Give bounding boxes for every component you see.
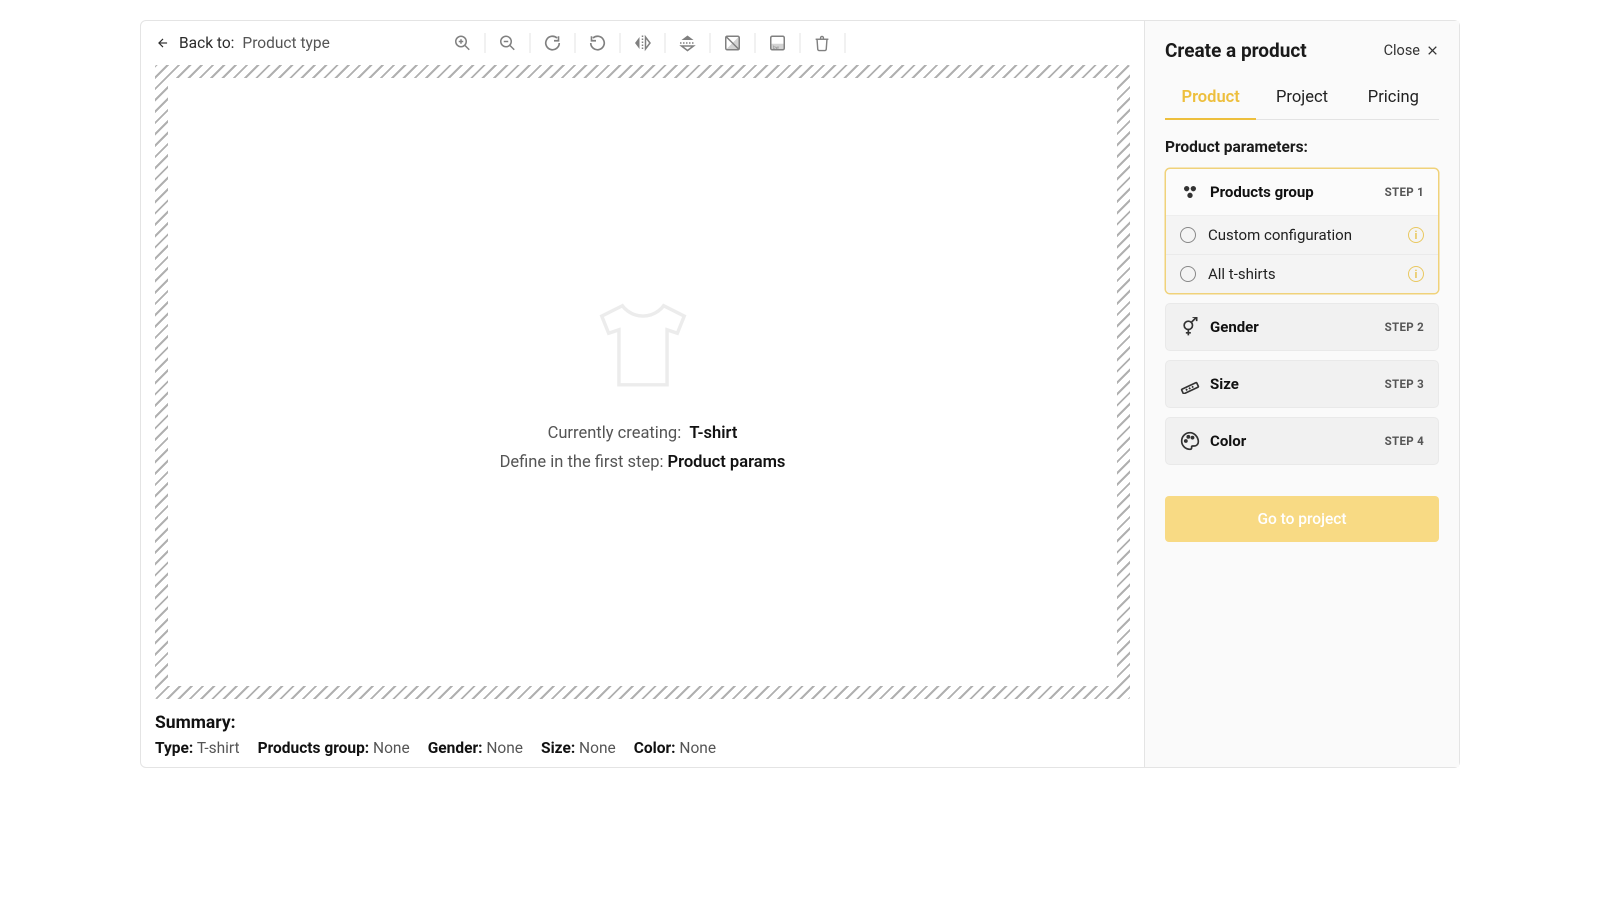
summary-type-value: T-shirt — [197, 739, 240, 757]
sidebar-title: Create a product — [1165, 39, 1307, 62]
sidebar: Create a product Close Product Project P… — [1144, 21, 1459, 767]
canvas-line-2-value: Product params — [668, 453, 786, 472]
ruler-icon — [1180, 374, 1200, 394]
trash-icon — [814, 35, 831, 52]
summary-gender: Gender: None — [428, 739, 523, 757]
summary-row: Type: T-shirt Products group: None Gende… — [155, 739, 1130, 757]
flip-horizontal-button[interactable] — [620, 28, 664, 58]
summary-gender-value: None — [486, 739, 523, 757]
undo-button[interactable] — [575, 28, 619, 58]
zoom-out-button[interactable] — [485, 28, 529, 58]
section-label: Product parameters: — [1165, 138, 1439, 156]
delete-button[interactable] — [800, 28, 844, 58]
grayscale-icon: bw — [768, 34, 786, 52]
redo-button[interactable] — [530, 28, 574, 58]
canvas-line-1: Currently creating: T-shirt — [548, 424, 738, 443]
tab-product[interactable]: Product — [1165, 80, 1256, 119]
step-gender-header[interactable]: Gender STEP 2 — [1166, 304, 1438, 350]
option-custom-configuration[interactable]: Custom configuration i — [1166, 216, 1438, 255]
summary-group-label: Products group: — [258, 739, 370, 757]
main-area: Back to: Product type — [141, 21, 1144, 767]
step-size-badge: STEP 3 — [1385, 377, 1424, 391]
canvas-line-1-prefix: Currently creating: — [548, 424, 682, 443]
step-color: Color STEP 4 — [1165, 417, 1439, 465]
canvas-border: Currently creating: T-shirt Define in th… — [155, 65, 1130, 699]
summary-gender-label: Gender: — [428, 739, 483, 757]
close-icon — [1426, 44, 1439, 57]
step-products-group-badge: STEP 1 — [1385, 185, 1424, 199]
canvas-wrap: Currently creating: T-shirt Define in th… — [141, 65, 1144, 699]
summary-type: Type: T-shirt — [155, 739, 240, 757]
info-icon[interactable]: i — [1408, 266, 1424, 282]
summary-size-label: Size: — [541, 739, 575, 757]
topbar: Back to: Product type — [141, 21, 1144, 65]
step-size-header[interactable]: Size STEP 3 — [1166, 361, 1438, 407]
summary-group: Products group: None — [258, 739, 410, 757]
step-size: Size STEP 3 — [1165, 360, 1439, 408]
flip-horizontal-icon — [633, 34, 651, 52]
summary-size: Size: None — [541, 739, 616, 757]
step-color-title: Color — [1210, 432, 1375, 450]
contrast-icon — [723, 34, 741, 52]
step-products-group-body: Custom configuration i All t-shirts i — [1166, 215, 1438, 293]
contrast-button[interactable] — [710, 28, 754, 58]
tshirt-placeholder-icon — [588, 292, 698, 402]
canvas-line-2: Define in the first step: Product params — [500, 453, 786, 472]
zoom-in-button[interactable] — [440, 28, 484, 58]
svg-text:bw: bw — [773, 45, 780, 51]
step-products-group: Products group STEP 1 Custom configurati… — [1165, 168, 1439, 294]
back-label: Back to: — [179, 34, 234, 52]
summary-size-value: None — [579, 739, 616, 757]
option-all-tshirts[interactable]: All t-shirts i — [1166, 255, 1438, 293]
step-color-badge: STEP 4 — [1385, 434, 1424, 448]
group-icon — [1180, 182, 1200, 202]
back-link[interactable]: Back to: Product type — [155, 34, 330, 52]
app-shell: Back to: Product type — [140, 20, 1460, 768]
canvas[interactable]: Currently creating: T-shirt Define in th… — [168, 78, 1117, 686]
summary: Summary: Type: T-shirt Products group: N… — [141, 699, 1144, 757]
step-products-group-header[interactable]: Products group STEP 1 — [1166, 169, 1438, 215]
summary-color-label: Color: — [634, 739, 676, 757]
summary-group-value: None — [373, 739, 410, 757]
sidebar-header: Create a product Close — [1165, 39, 1439, 62]
redo-icon — [543, 34, 561, 52]
option-custom-label: Custom configuration — [1208, 226, 1396, 244]
zoom-out-icon — [498, 34, 516, 52]
close-button[interactable]: Close — [1384, 42, 1439, 59]
step-gender: Gender STEP 2 — [1165, 303, 1439, 351]
flip-vertical-icon — [678, 34, 696, 52]
sidebar-tabs: Product Project Pricing — [1165, 80, 1439, 120]
tab-pricing[interactable]: Pricing — [1348, 80, 1439, 119]
step-products-group-title: Products group — [1210, 183, 1375, 201]
undo-icon — [588, 34, 606, 52]
toolbar-separator — [844, 33, 845, 53]
summary-color-value: None — [679, 739, 716, 757]
step-size-title: Size — [1210, 375, 1375, 393]
summary-type-label: Type: — [155, 739, 193, 757]
step-gender-title: Gender — [1210, 318, 1375, 336]
summary-heading: Summary: — [155, 713, 1130, 733]
canvas-line-1-value: T-shirt — [689, 424, 737, 443]
grayscale-button[interactable]: bw — [755, 28, 799, 58]
gender-icon — [1180, 317, 1200, 337]
canvas-line-2-prefix: Define in the first step: — [500, 453, 664, 472]
radio-icon — [1180, 227, 1196, 243]
tab-project[interactable]: Project — [1256, 80, 1347, 119]
summary-color: Color: None — [634, 739, 716, 757]
arrow-left-icon — [155, 35, 171, 51]
radio-icon — [1180, 266, 1196, 282]
go-to-project-button[interactable]: Go to project — [1165, 496, 1439, 542]
step-gender-badge: STEP 2 — [1385, 320, 1424, 334]
palette-icon — [1180, 431, 1200, 451]
flip-vertical-button[interactable] — [665, 28, 709, 58]
step-color-header[interactable]: Color STEP 4 — [1166, 418, 1438, 464]
zoom-in-icon — [453, 34, 471, 52]
close-label: Close — [1384, 42, 1420, 59]
toolbar: bw — [440, 28, 845, 58]
info-icon[interactable]: i — [1408, 227, 1424, 243]
back-target: Product type — [242, 34, 329, 52]
option-all-label: All t-shirts — [1208, 265, 1396, 283]
